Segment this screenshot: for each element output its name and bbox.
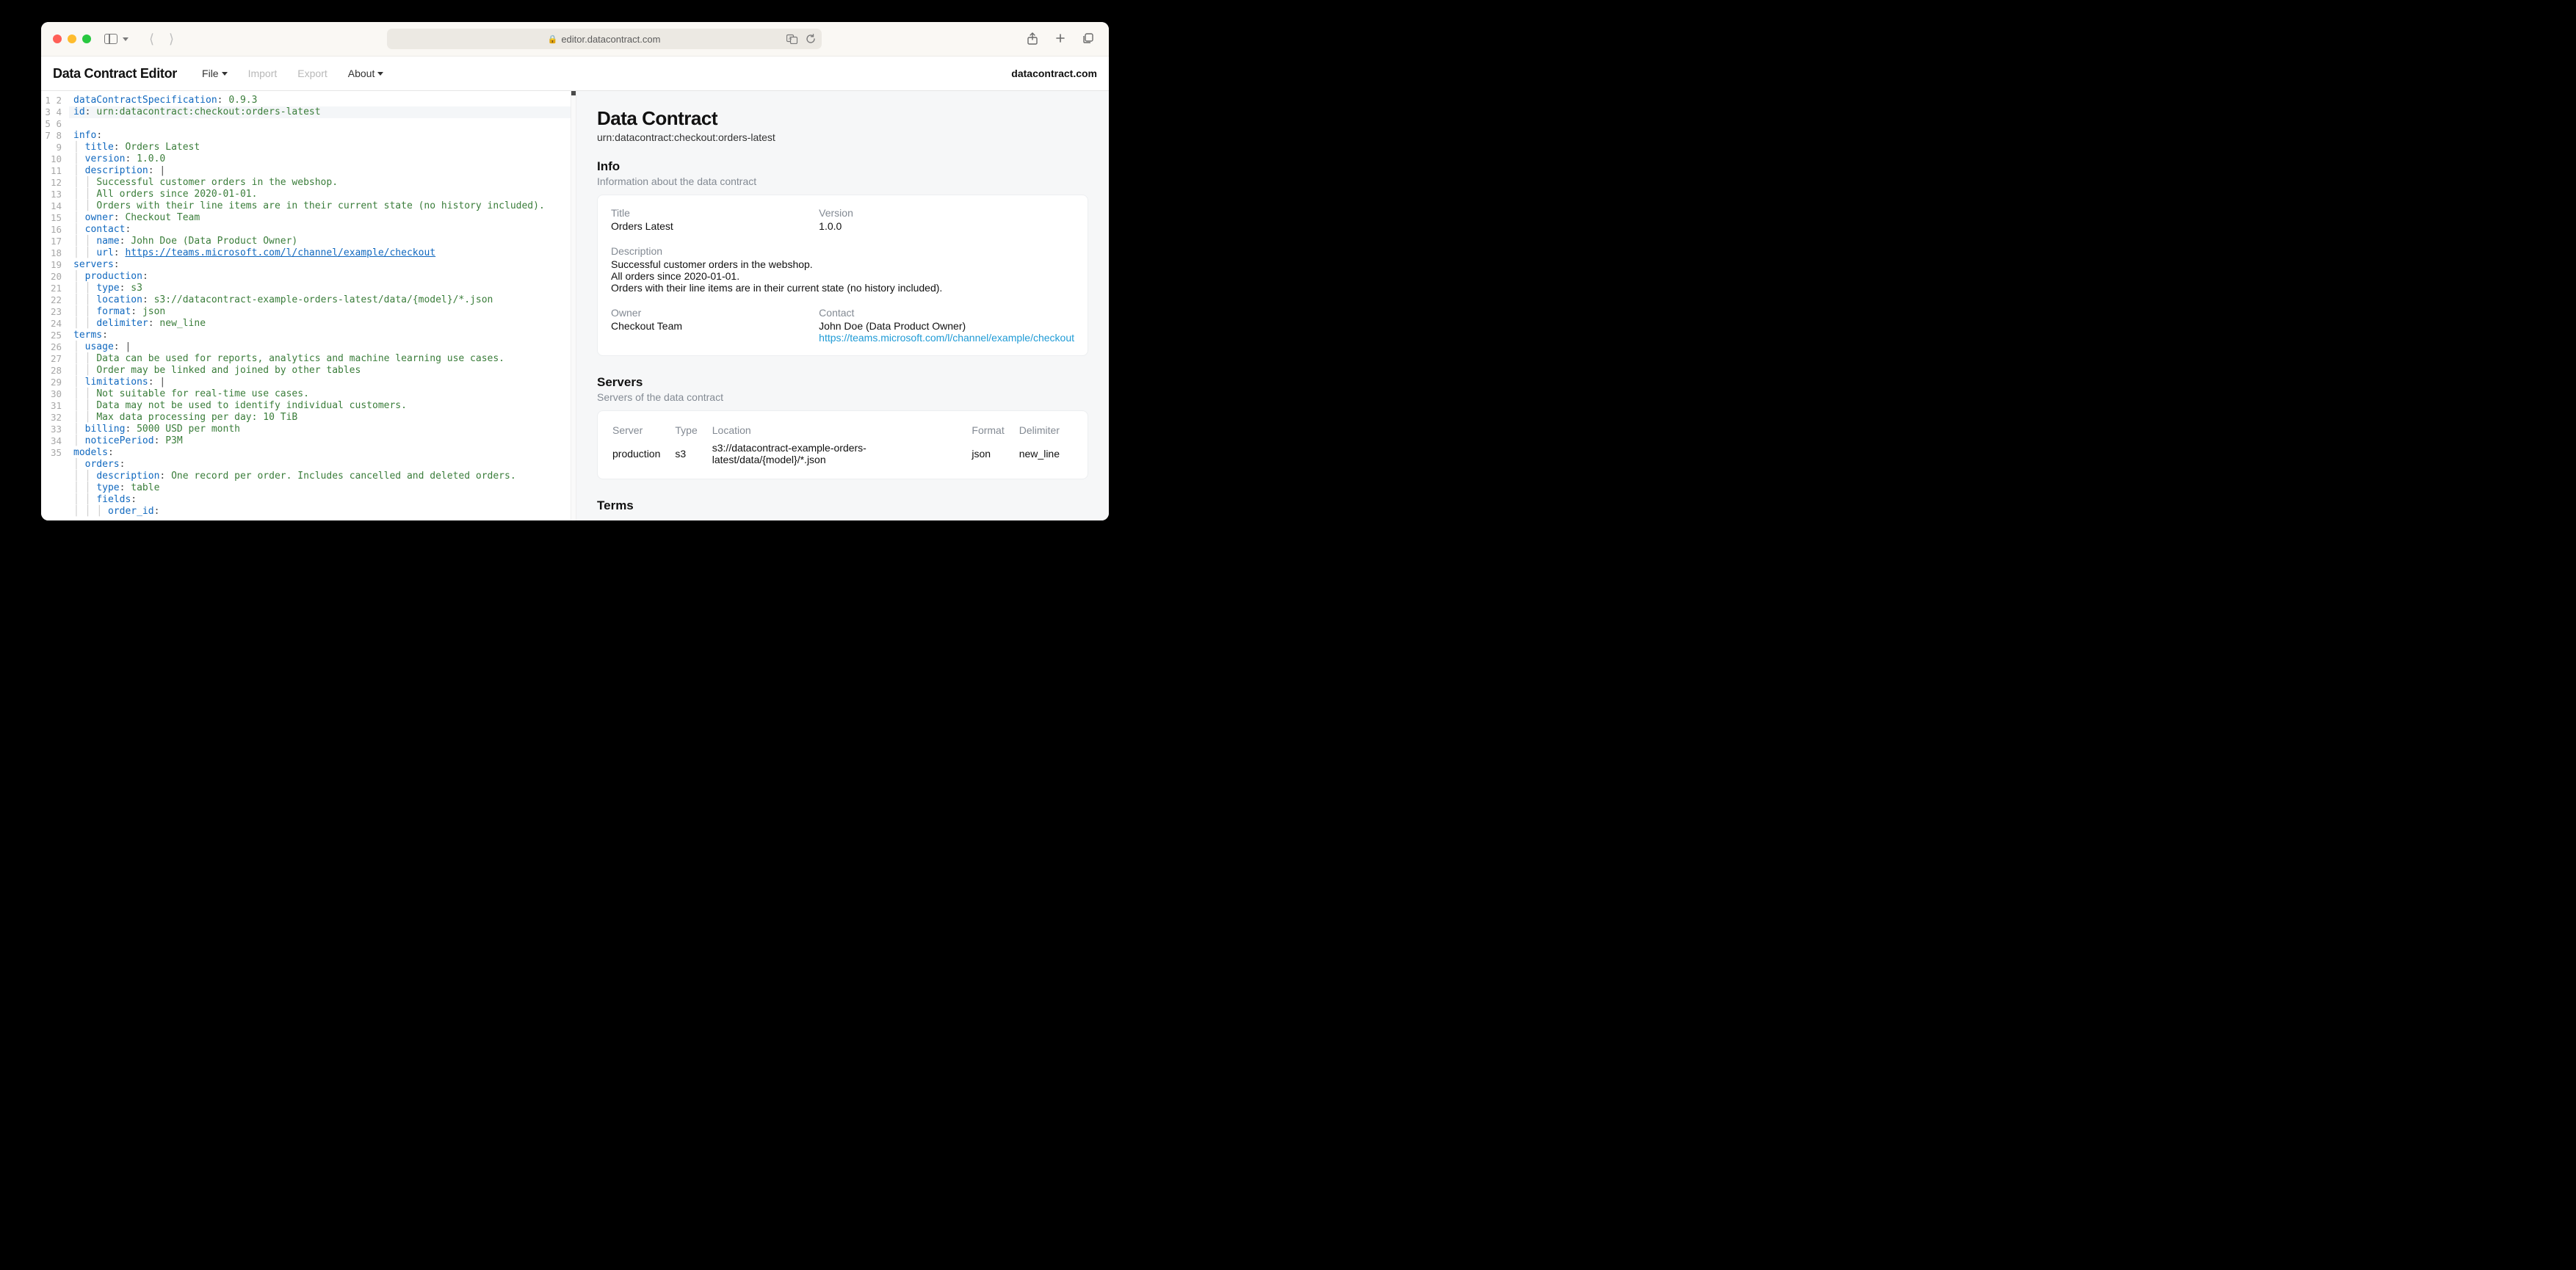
line-gutter: 1 2 3 4 5 6 7 8 9 10 11 12 13 14 15 16 1… — [41, 91, 69, 459]
forward-button[interactable]: ⟩ — [162, 32, 181, 47]
pane-splitter[interactable] — [571, 91, 576, 520]
new-tab-icon[interactable] — [1054, 32, 1066, 46]
table-row: productions3s3://datacontract-example-or… — [612, 442, 1073, 465]
servers-table: Server Type Location Format Delimiter pr… — [611, 423, 1074, 467]
servers-card: Server Type Location Format Delimiter pr… — [597, 410, 1088, 479]
contact-value: John Doe (Data Product Owner) https://te… — [819, 320, 1074, 344]
share-icon[interactable] — [1027, 32, 1038, 46]
back-button[interactable]: ⟨ — [142, 32, 162, 47]
code-content[interactable]: dataContractSpecification: 0.9.3 id: urn… — [73, 91, 571, 518]
col-location: Location — [712, 424, 971, 440]
description-label: Description — [611, 245, 1074, 257]
preview-title: Data Contract — [597, 107, 1088, 130]
browser-window: ⟨ ⟩ 🔒 editor.datacontract.com A — [41, 22, 1109, 520]
menu-import[interactable]: Import — [248, 68, 278, 79]
url-text: editor.datacontract.com — [561, 34, 660, 45]
owner-value: Checkout Team — [611, 320, 801, 332]
col-type: Type — [675, 424, 710, 440]
browser-titlebar: ⟨ ⟩ 🔒 editor.datacontract.com A — [41, 22, 1109, 57]
contact-url-link[interactable]: https://teams.microsoft.com/l/channel/ex… — [819, 332, 1074, 344]
maximize-window-button[interactable] — [82, 35, 91, 43]
code-editor[interactable]: 1 2 3 4 5 6 7 8 9 10 11 12 13 14 15 16 1… — [41, 91, 571, 520]
servers-heading: Servers — [597, 375, 1088, 390]
col-server: Server — [612, 424, 673, 440]
sidebar-toggle-icon[interactable] — [104, 34, 117, 44]
preview-id: urn:datacontract:checkout:orders-latest — [597, 131, 1088, 143]
site-link[interactable]: datacontract.com — [1011, 68, 1097, 79]
owner-label: Owner — [611, 307, 801, 319]
terms-heading: Terms — [597, 498, 1088, 513]
contact-label: Contact — [819, 307, 1074, 319]
title-label: Title — [611, 207, 801, 219]
preview-pane: Data Contract urn:datacontract:checkout:… — [576, 91, 1109, 520]
description-value: Successful customer orders in the websho… — [611, 258, 1074, 294]
info-heading: Info — [597, 159, 1088, 174]
title-value: Orders Latest — [611, 220, 801, 232]
servers-subheading: Servers of the data contract — [597, 391, 1088, 403]
app-title: Data Contract Editor — [53, 66, 177, 81]
lock-icon: 🔒 — [548, 35, 558, 44]
chevron-down-icon — [377, 72, 383, 76]
info-card: Title Orders Latest Version 1.0.0 Descri… — [597, 195, 1088, 356]
info-subheading: Information about the data contract — [597, 175, 1088, 187]
svg-text:A: A — [789, 37, 792, 41]
main-menu: File Import Export About — [202, 68, 383, 79]
col-delimiter: Delimiter — [1019, 424, 1073, 440]
close-window-button[interactable] — [53, 35, 62, 43]
version-label: Version — [819, 207, 1074, 219]
reload-icon[interactable] — [806, 34, 816, 44]
version-value: 1.0.0 — [819, 220, 1074, 232]
tabs-overview-icon[interactable] — [1082, 32, 1094, 46]
chevron-down-icon — [222, 72, 228, 76]
window-controls — [53, 35, 91, 43]
chevron-down-icon[interactable] — [123, 37, 129, 41]
menu-about[interactable]: About — [348, 68, 384, 79]
address-bar[interactable]: 🔒 editor.datacontract.com A — [387, 29, 822, 49]
minimize-window-button[interactable] — [68, 35, 76, 43]
menu-file[interactable]: File — [202, 68, 228, 79]
app-header: Data Contract Editor File Import Export … — [41, 57, 1109, 91]
col-format: Format — [972, 424, 1017, 440]
menu-export[interactable]: Export — [297, 68, 327, 79]
translate-icon[interactable]: A — [786, 34, 798, 44]
